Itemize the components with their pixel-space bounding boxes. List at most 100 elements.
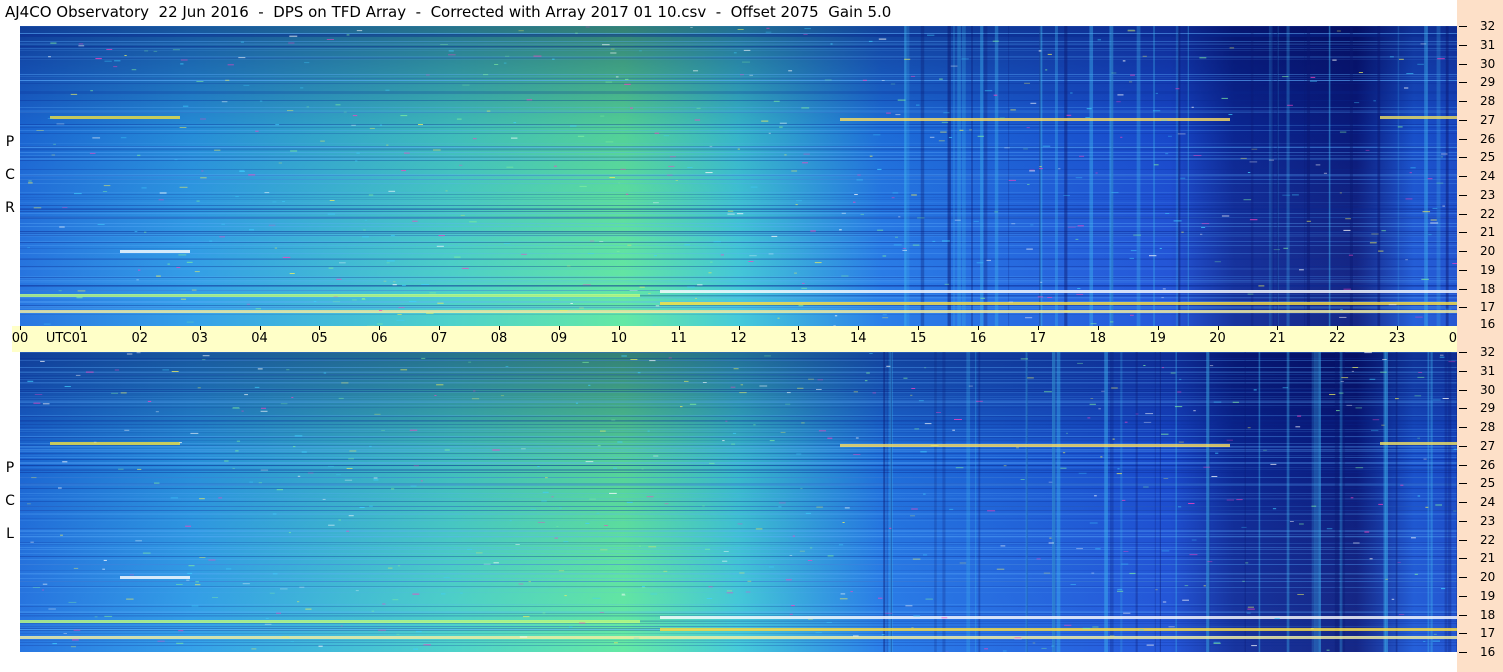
- noise-speckle: [830, 43, 833, 45]
- noise-speckle: [1297, 415, 1302, 417]
- noise-speckle: [996, 568, 1005, 570]
- noise-speckle: [238, 57, 246, 59]
- interference-line: [20, 313, 1457, 314]
- noise-speckle: [630, 107, 633, 109]
- noise-speckle: [1200, 233, 1203, 235]
- noise-speckle: [1289, 521, 1294, 522]
- noise-speckle: [1397, 561, 1401, 563]
- noise-speckle: [994, 211, 999, 213]
- utc-tick-label: 12: [730, 331, 747, 346]
- noise-speckle: [194, 271, 200, 273]
- noise-speckle: [1175, 88, 1180, 90]
- noise-speckle: [58, 290, 62, 292]
- noise-speckle: [684, 244, 690, 246]
- noise-speckle: [1406, 73, 1414, 74]
- noise-speckle: [1111, 72, 1117, 74]
- noise-speckle: [768, 566, 775, 568]
- noise-speckle: [844, 507, 850, 509]
- noise-speckle: [202, 359, 206, 361]
- noise-speckle: [1193, 155, 1202, 156]
- noise-speckle: [131, 69, 137, 71]
- noise-speckle: [556, 526, 559, 527]
- noise-speckle: [27, 247, 30, 249]
- noise-speckle: [702, 505, 705, 507]
- mhz-tick-label: 32: [1480, 19, 1496, 33]
- noise-speckle: [506, 166, 514, 168]
- interference-line: [20, 286, 1457, 287]
- noise-speckle: [552, 58, 555, 60]
- noise-speckle: [1155, 92, 1158, 94]
- noise-speckle: [396, 319, 405, 321]
- vertical-streak: [966, 352, 971, 652]
- noise-speckle: [617, 441, 623, 443]
- noise-speckle: [473, 390, 476, 392]
- noise-speckle: [268, 224, 276, 226]
- noise-speckle: [1282, 194, 1291, 196]
- noise-speckle: [1168, 626, 1175, 628]
- noise-speckle: [281, 636, 290, 638]
- noise-speckle: [1184, 585, 1189, 587]
- noise-speckle: [805, 512, 812, 514]
- noise-speckle: [397, 565, 401, 567]
- noise-speckle: [778, 502, 786, 504]
- noise-speckle: [1232, 401, 1239, 403]
- signal-band: [50, 442, 180, 445]
- noise-speckle: [542, 612, 546, 614]
- noise-speckle: [157, 640, 165, 642]
- interference-line: [20, 420, 1457, 421]
- noise-speckle: [1111, 387, 1118, 389]
- noise-speckle: [1272, 508, 1277, 510]
- noise-speckle: [893, 244, 902, 246]
- noise-speckle: [235, 450, 239, 452]
- noise-speckle: [392, 284, 397, 286]
- noise-speckle: [807, 560, 813, 561]
- noise-speckle: [526, 99, 533, 101]
- interference-line: [20, 484, 1457, 485]
- noise-speckle: [1405, 259, 1408, 261]
- noise-speckle: [42, 403, 50, 405]
- noise-speckle: [287, 110, 294, 112]
- noise-speckle: [589, 498, 596, 500]
- noise-speckle: [73, 629, 81, 631]
- noise-speckle: [413, 648, 419, 650]
- noise-speckle: [355, 590, 359, 592]
- noise-speckle: [523, 616, 530, 618]
- lcp-label-strip: P C L: [0, 352, 20, 652]
- vertical-streak: [1089, 26, 1094, 326]
- noise-speckle: [940, 131, 947, 133]
- noise-speckle: [409, 429, 418, 431]
- noise-speckle: [1124, 421, 1128, 423]
- noise-speckle: [646, 496, 654, 498]
- noise-speckle: [1089, 522, 1098, 524]
- mhz-tick-mark: [1459, 389, 1467, 391]
- interference-line: [20, 463, 1457, 464]
- noise-speckle: [917, 217, 925, 219]
- noise-speckle: [242, 583, 250, 585]
- vertical-streak: [1314, 352, 1319, 652]
- noise-speckle: [817, 379, 824, 381]
- noise-speckle: [443, 576, 450, 578]
- noise-speckle: [97, 224, 105, 225]
- noise-speckle: [1436, 182, 1444, 184]
- noise-speckle: [1364, 352, 1372, 354]
- noise-speckle: [264, 192, 270, 194]
- noise-speckle: [853, 391, 858, 393]
- noise-speckle: [33, 402, 41, 404]
- noise-speckle: [471, 398, 480, 400]
- noise-speckle: [493, 562, 499, 564]
- rcp-spectrogram: [20, 26, 1457, 326]
- interference-line: [20, 485, 1457, 486]
- noise-speckle: [1077, 362, 1083, 364]
- noise-speckle: [379, 124, 383, 126]
- noise-speckle: [297, 475, 301, 477]
- signal-band: [840, 118, 1230, 121]
- noise-speckle: [533, 55, 542, 57]
- utc-tick-mark: [139, 326, 141, 330]
- noise-speckle: [537, 466, 540, 467]
- noise-speckle: [1025, 317, 1033, 319]
- mhz-tick-label: 16: [1480, 317, 1496, 331]
- interference-line: [20, 440, 1457, 441]
- noise-speckle: [291, 397, 294, 398]
- mhz-tick-mark: [1459, 595, 1467, 597]
- noise-speckle: [62, 461, 68, 463]
